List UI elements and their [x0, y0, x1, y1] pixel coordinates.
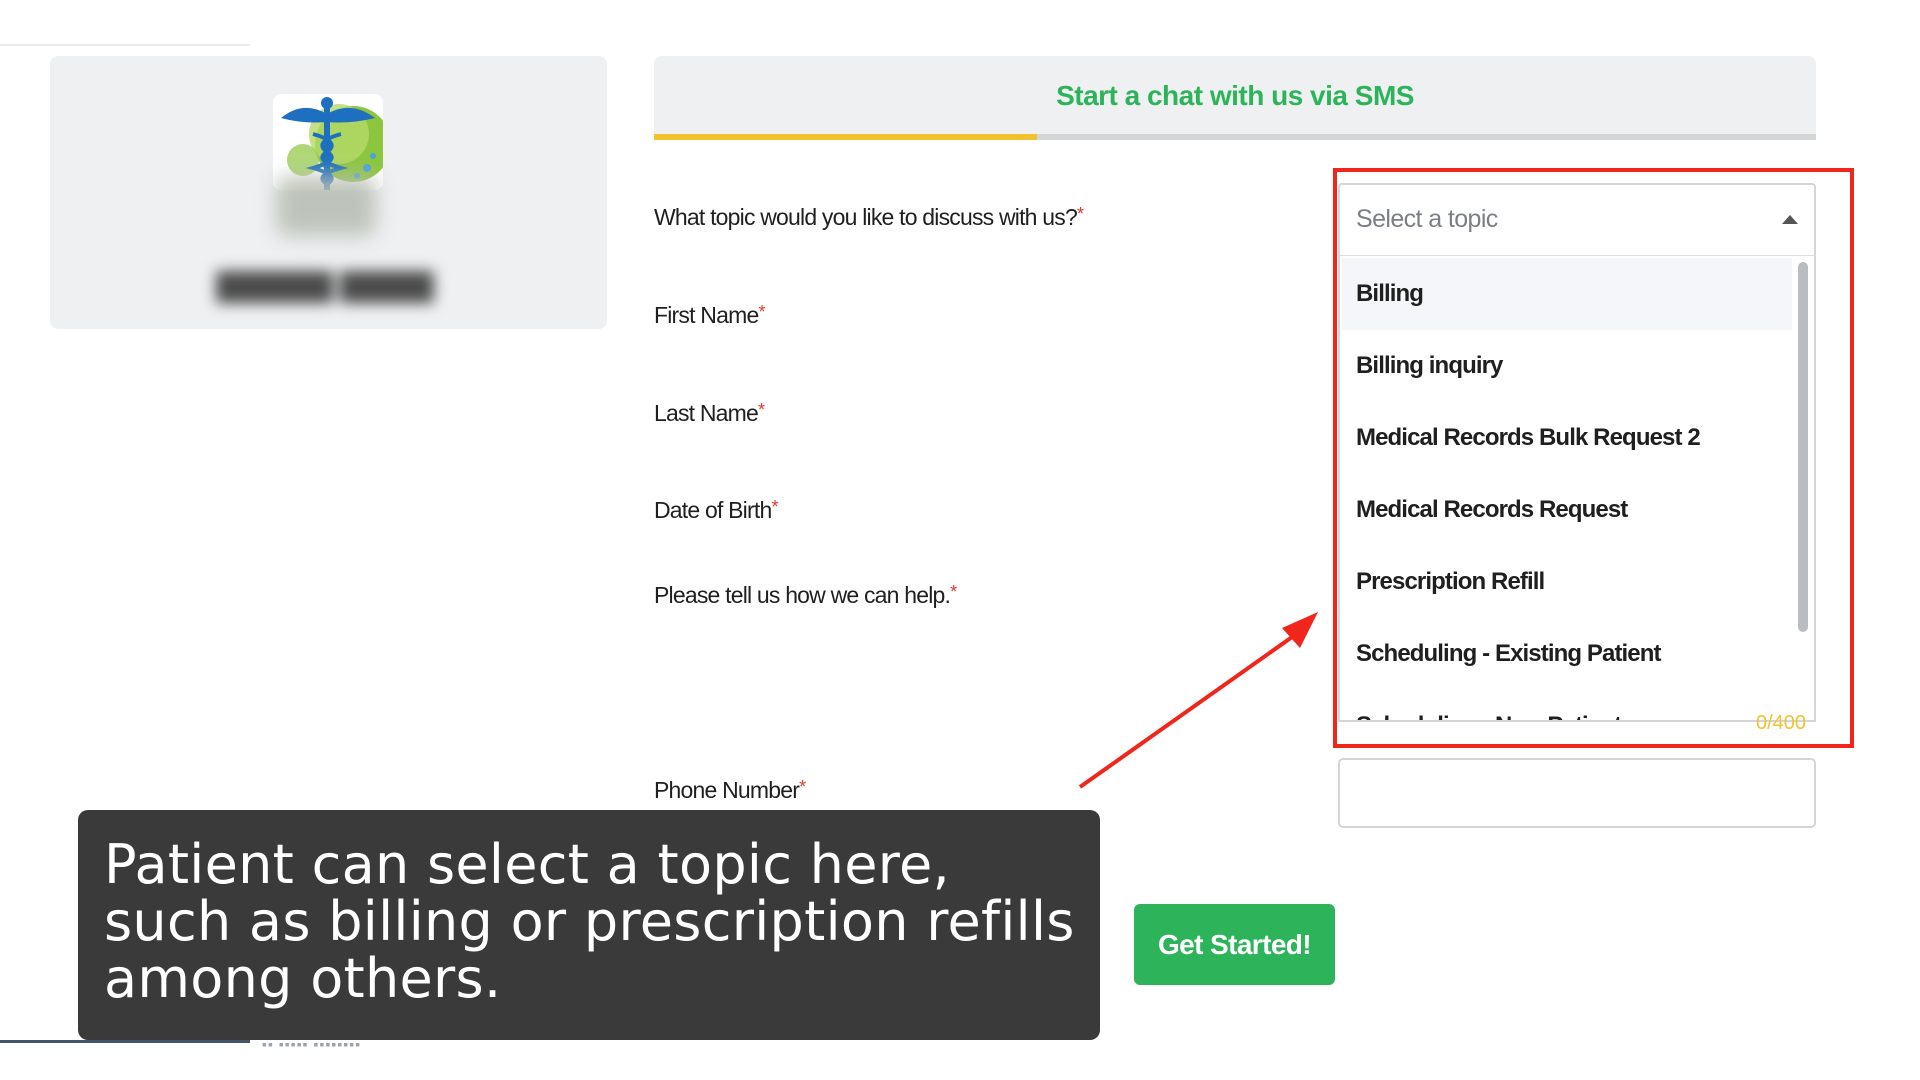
faint-footer-text: ▪▪ ▪▪▪▪▪ ▪▪▪▪▪▪▪▪	[262, 1036, 362, 1052]
tutorial-caption-text: Patient can select a topic here, such as…	[104, 833, 1075, 1010]
bottom-divider	[0, 1040, 250, 1043]
tutorial-caption: Patient can select a topic here, such as…	[78, 810, 1100, 1040]
